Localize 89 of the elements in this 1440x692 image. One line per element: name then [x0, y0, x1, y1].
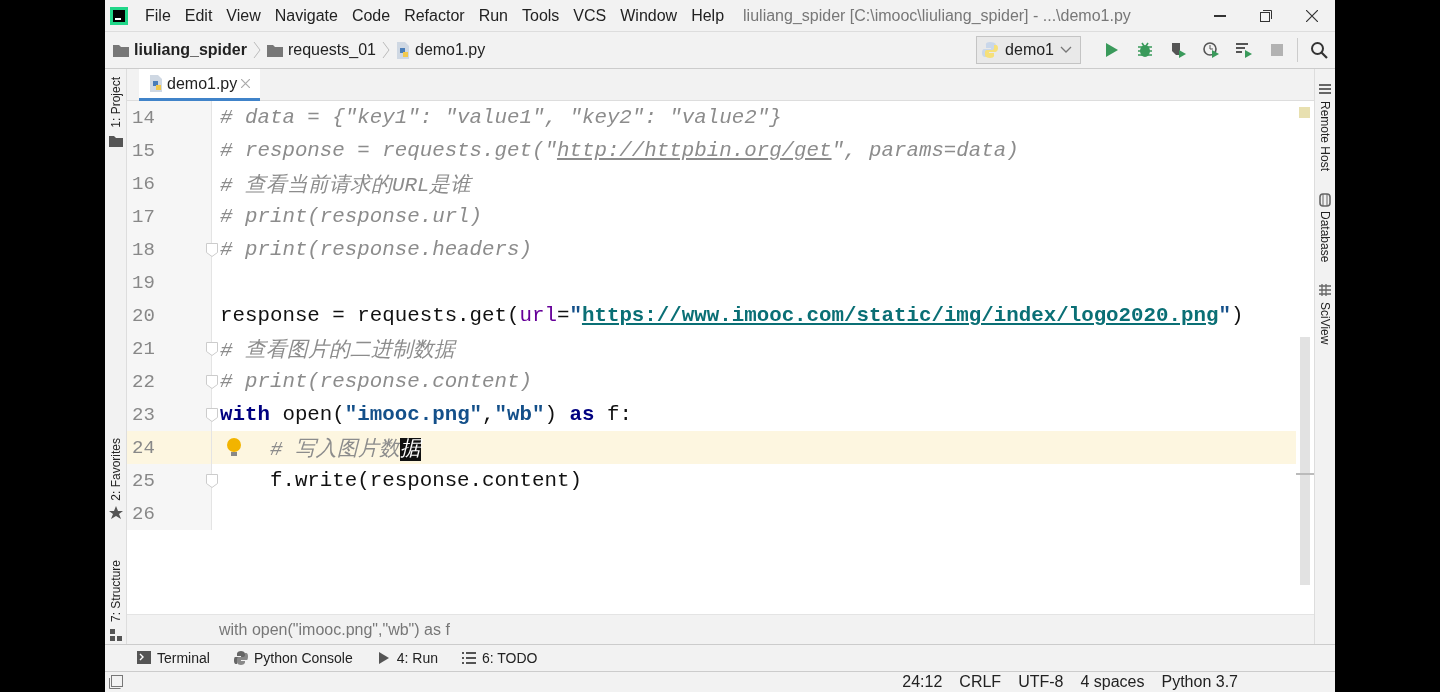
- line-number: 20: [131, 304, 156, 327]
- run-configuration-dropdown[interactable]: demo1: [976, 36, 1081, 64]
- status-item[interactable]: CRLF: [959, 673, 1002, 691]
- line-number: 14: [131, 106, 156, 129]
- chevron-icon: [382, 41, 390, 59]
- code-line: # print(response.url): [219, 205, 483, 228]
- lines-play-icon: [1234, 41, 1253, 59]
- line-number: 23: [131, 403, 156, 426]
- code-line: # print(response.headers): [219, 238, 532, 261]
- text-selection: 据: [399, 437, 421, 461]
- folder-icon: [266, 43, 283, 57]
- search-icon: [1309, 41, 1328, 59]
- menu-item[interactable]: Navigate: [267, 6, 345, 25]
- menu-item[interactable]: Run: [471, 6, 515, 25]
- menu-item[interactable]: Edit: [177, 6, 220, 25]
- list-icon: [1318, 83, 1332, 97]
- code-line: # print(response.content): [219, 370, 532, 393]
- panel-toggle-icon: [109, 675, 123, 689]
- menu-item[interactable]: Tools: [515, 6, 567, 25]
- line-number: 15: [131, 139, 156, 162]
- tool-window-tab[interactable]: Remote Host: [1318, 101, 1332, 172]
- python-file-icon: [396, 41, 410, 59]
- tool-window-tab[interactable]: SciView: [1318, 302, 1332, 345]
- breadcrumb-item[interactable]: liuliang_spider: [113, 41, 247, 59]
- menu-item[interactable]: File: [138, 6, 178, 25]
- code-line: # data = {"key1": "value1", "key2": "value2"}: [219, 106, 782, 129]
- play-icon: [376, 651, 391, 665]
- app-logo-icon: [110, 6, 128, 25]
- line-number: 16: [131, 172, 156, 195]
- tool-window-tab[interactable]: Database: [1318, 211, 1332, 263]
- tool-window-tab[interactable]: 7: Structure: [108, 560, 123, 623]
- code-line: # 查看图片的二进制数据: [219, 337, 455, 363]
- folder-icon: [108, 133, 123, 148]
- code-line: # 写入图片数据: [212, 433, 421, 462]
- chevron-icon: [252, 41, 261, 59]
- tool-window-tab[interactable]: 1: Project: [108, 77, 123, 128]
- star-icon: [108, 506, 123, 521]
- python-icon: [233, 651, 248, 665]
- chevron-down-icon: [1060, 46, 1072, 54]
- line-number: 25: [131, 469, 156, 492]
- structure-icon: [108, 628, 123, 643]
- code-line: with open("imooc.png","wb") as f:: [219, 403, 632, 426]
- list-icon: [462, 651, 476, 665]
- code-line: # response = requests.get("http://httpbin.org/get", params=data): [219, 139, 1019, 162]
- breadcrumb-item[interactable]: demo1.py: [396, 41, 486, 59]
- scrollbar-thumb[interactable]: [1300, 337, 1310, 585]
- line-number: 18: [131, 238, 156, 261]
- window-title: liuliang_spider [C:\imooc\liuliang_spider] - ...\demo1.py: [743, 6, 1132, 25]
- close-icon: [241, 79, 251, 88]
- line-number: 19: [131, 271, 156, 294]
- tool-window-button[interactable]: Python Console: [233, 650, 353, 666]
- database-icon: [1318, 193, 1332, 208]
- menu-item[interactable]: Help: [684, 6, 732, 25]
- minimize-icon: [1214, 14, 1226, 17]
- code-line: # 查看当前请求的URL是谁: [219, 172, 472, 198]
- caret-marker: [1296, 473, 1314, 475]
- line-number: 26: [131, 502, 156, 525]
- menu-item[interactable]: View: [219, 6, 268, 25]
- status-item[interactable]: 24:12: [902, 673, 943, 691]
- code-breadcrumb[interactable]: with open("imooc.png","wb") as f: [127, 614, 1314, 644]
- tool-window-button[interactable]: 6: TODO: [462, 650, 538, 666]
- python-icon: [981, 41, 1000, 59]
- menu-item[interactable]: VCS: [566, 6, 614, 25]
- status-item[interactable]: 4 spaces: [1080, 673, 1145, 691]
- code-line: f.write(response.content): [268, 469, 582, 492]
- editor-tab[interactable]: demo1.py: [139, 69, 261, 101]
- status-item[interactable]: Python 3.7: [1161, 673, 1238, 691]
- breadcrumb-item[interactable]: requests_01: [266, 41, 376, 59]
- line-number: 22: [131, 370, 156, 393]
- restore-icon: [1260, 9, 1272, 22]
- menu-item[interactable]: Refactor: [397, 6, 472, 25]
- line-number: 17: [131, 205, 156, 228]
- menu-item[interactable]: Window: [613, 6, 685, 25]
- terminal-icon: [137, 651, 151, 665]
- tool-window-button[interactable]: 4: Run: [376, 650, 438, 666]
- status-item[interactable]: UTF-8: [1018, 673, 1064, 691]
- code-line: response = requests.get(url="https://www.imooc.com/static/img/index/logo2020.png"): [219, 304, 1244, 327]
- tool-window-tab[interactable]: 2: Favorites: [108, 437, 123, 501]
- tool-window-button[interactable]: Terminal: [137, 650, 210, 666]
- bug-icon: [1135, 41, 1154, 59]
- grid-icon: [1318, 284, 1332, 299]
- clock-play-icon: [1201, 41, 1220, 59]
- folder-icon: [113, 43, 129, 57]
- python-file-icon: [149, 75, 163, 92]
- line-number: 21: [131, 337, 156, 360]
- menu-item[interactable]: Code: [344, 6, 398, 25]
- close-icon: [1306, 9, 1318, 22]
- line-number: 24: [131, 436, 156, 459]
- warning-marker: [1299, 107, 1310, 118]
